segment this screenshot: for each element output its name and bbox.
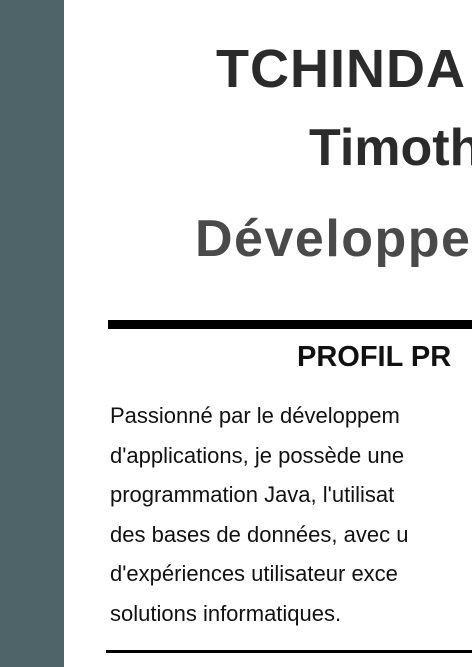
profile-line: des bases de données, avec u [110,521,409,547]
profile-line: d'expériences utilisateur exce [110,561,398,586]
profile-line: d'applications, je possède une [110,442,405,468]
section-divider-thick [108,320,472,329]
section-divider-thin [106,650,472,653]
sidebar-band [0,0,64,667]
job-title: Développe [195,210,472,268]
name-surname: TCHINDA [216,39,466,99]
profile-text: Passionné par le développem d'applicatio… [110,396,472,633]
profile-line: Passionné par le développem [110,403,400,428]
name-first: Timoth [309,119,472,177]
profile-section-title: PROFIL PR [297,341,452,373]
cv-page: TCHINDA Timoth Développe PROFIL PR Passi… [0,0,472,667]
profile-line: programmation Java, l'utilisat [110,482,395,507]
profile-line: solutions informatiques. [110,600,342,626]
main-column: TCHINDA Timoth Développe PROFIL PR Passi… [64,0,472,667]
